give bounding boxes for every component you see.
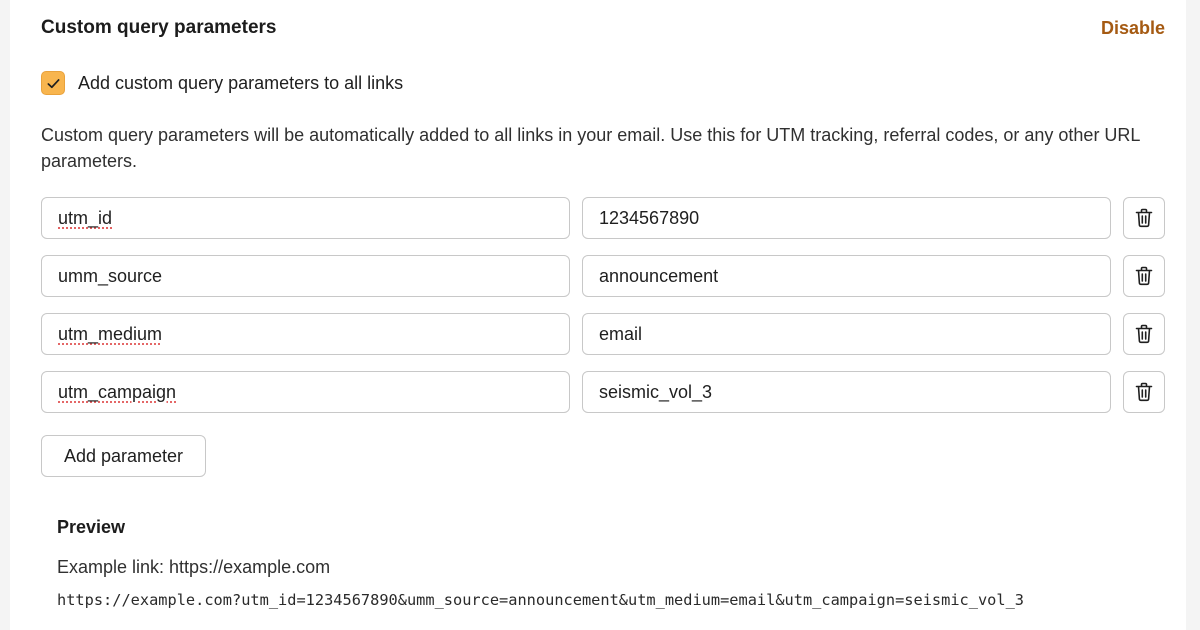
param-key-text: utm_campaign — [58, 381, 177, 402]
section-header: Custom query parameters Disable — [41, 16, 1165, 40]
param-value-input[interactable]: email — [582, 313, 1111, 355]
preview-section: Preview Example link: https://example.co… — [57, 517, 1157, 609]
add-params-checkbox-label: Add custom query parameters to all links — [78, 72, 404, 93]
delete-param-button[interactable] — [1123, 255, 1165, 297]
param-value-text: announcement — [599, 265, 719, 286]
add-params-checkbox[interactable] — [41, 71, 65, 95]
param-key-text: umm_source — [58, 265, 163, 286]
checkmark-icon — [47, 78, 59, 88]
param-value-text: seismic_vol_3 — [599, 381, 713, 402]
disable-link[interactable]: Disable — [1101, 18, 1165, 39]
param-key-input[interactable]: utm_id — [41, 197, 570, 239]
param-key-input[interactable]: utm_campaign — [41, 371, 570, 413]
preview-title: Preview — [57, 517, 126, 537]
param-key-input[interactable]: umm_source — [41, 255, 570, 297]
param-key-text: utm_medium — [58, 323, 163, 344]
param-key-input[interactable]: utm_medium — [41, 313, 570, 355]
preview-url: https://example.com?utm_id=1234567890&um… — [57, 591, 1024, 609]
trash-icon — [1135, 382, 1153, 402]
param-value-input[interactable]: 1234567890 — [582, 197, 1111, 239]
add-parameter-button[interactable]: Add parameter — [41, 435, 206, 477]
trash-icon — [1135, 208, 1153, 228]
parameter-row: utm_id 1234567890 — [41, 197, 1165, 239]
custom-query-parameters-card: Custom query parameters Disable Add cust… — [10, 0, 1186, 630]
parameter-list: utm_id 1234567890 umm_source announcemen… — [41, 197, 1165, 429]
add-params-checkbox-row[interactable]: Add custom query parameters to all links — [41, 69, 403, 97]
example-link-label: Example link: https://example.com — [57, 557, 331, 577]
parameter-row: utm_medium email — [41, 313, 1165, 355]
trash-icon — [1135, 324, 1153, 344]
parameter-row: umm_source announcement — [41, 255, 1165, 297]
param-value-input[interactable]: seismic_vol_3 — [582, 371, 1111, 413]
param-value-input[interactable]: announcement — [582, 255, 1111, 297]
delete-param-button[interactable] — [1123, 371, 1165, 413]
param-key-text: utm_id — [58, 207, 113, 228]
parameter-row: utm_campaign seismic_vol_3 — [41, 371, 1165, 413]
param-value-text: email — [599, 323, 643, 344]
section-description: Custom query parameters will be automati… — [41, 125, 1140, 171]
delete-param-button[interactable] — [1123, 197, 1165, 239]
section-title: Custom query parameters — [41, 17, 277, 38]
delete-param-button[interactable] — [1123, 313, 1165, 355]
trash-icon — [1135, 266, 1153, 286]
param-value-text: 1234567890 — [599, 207, 700, 228]
